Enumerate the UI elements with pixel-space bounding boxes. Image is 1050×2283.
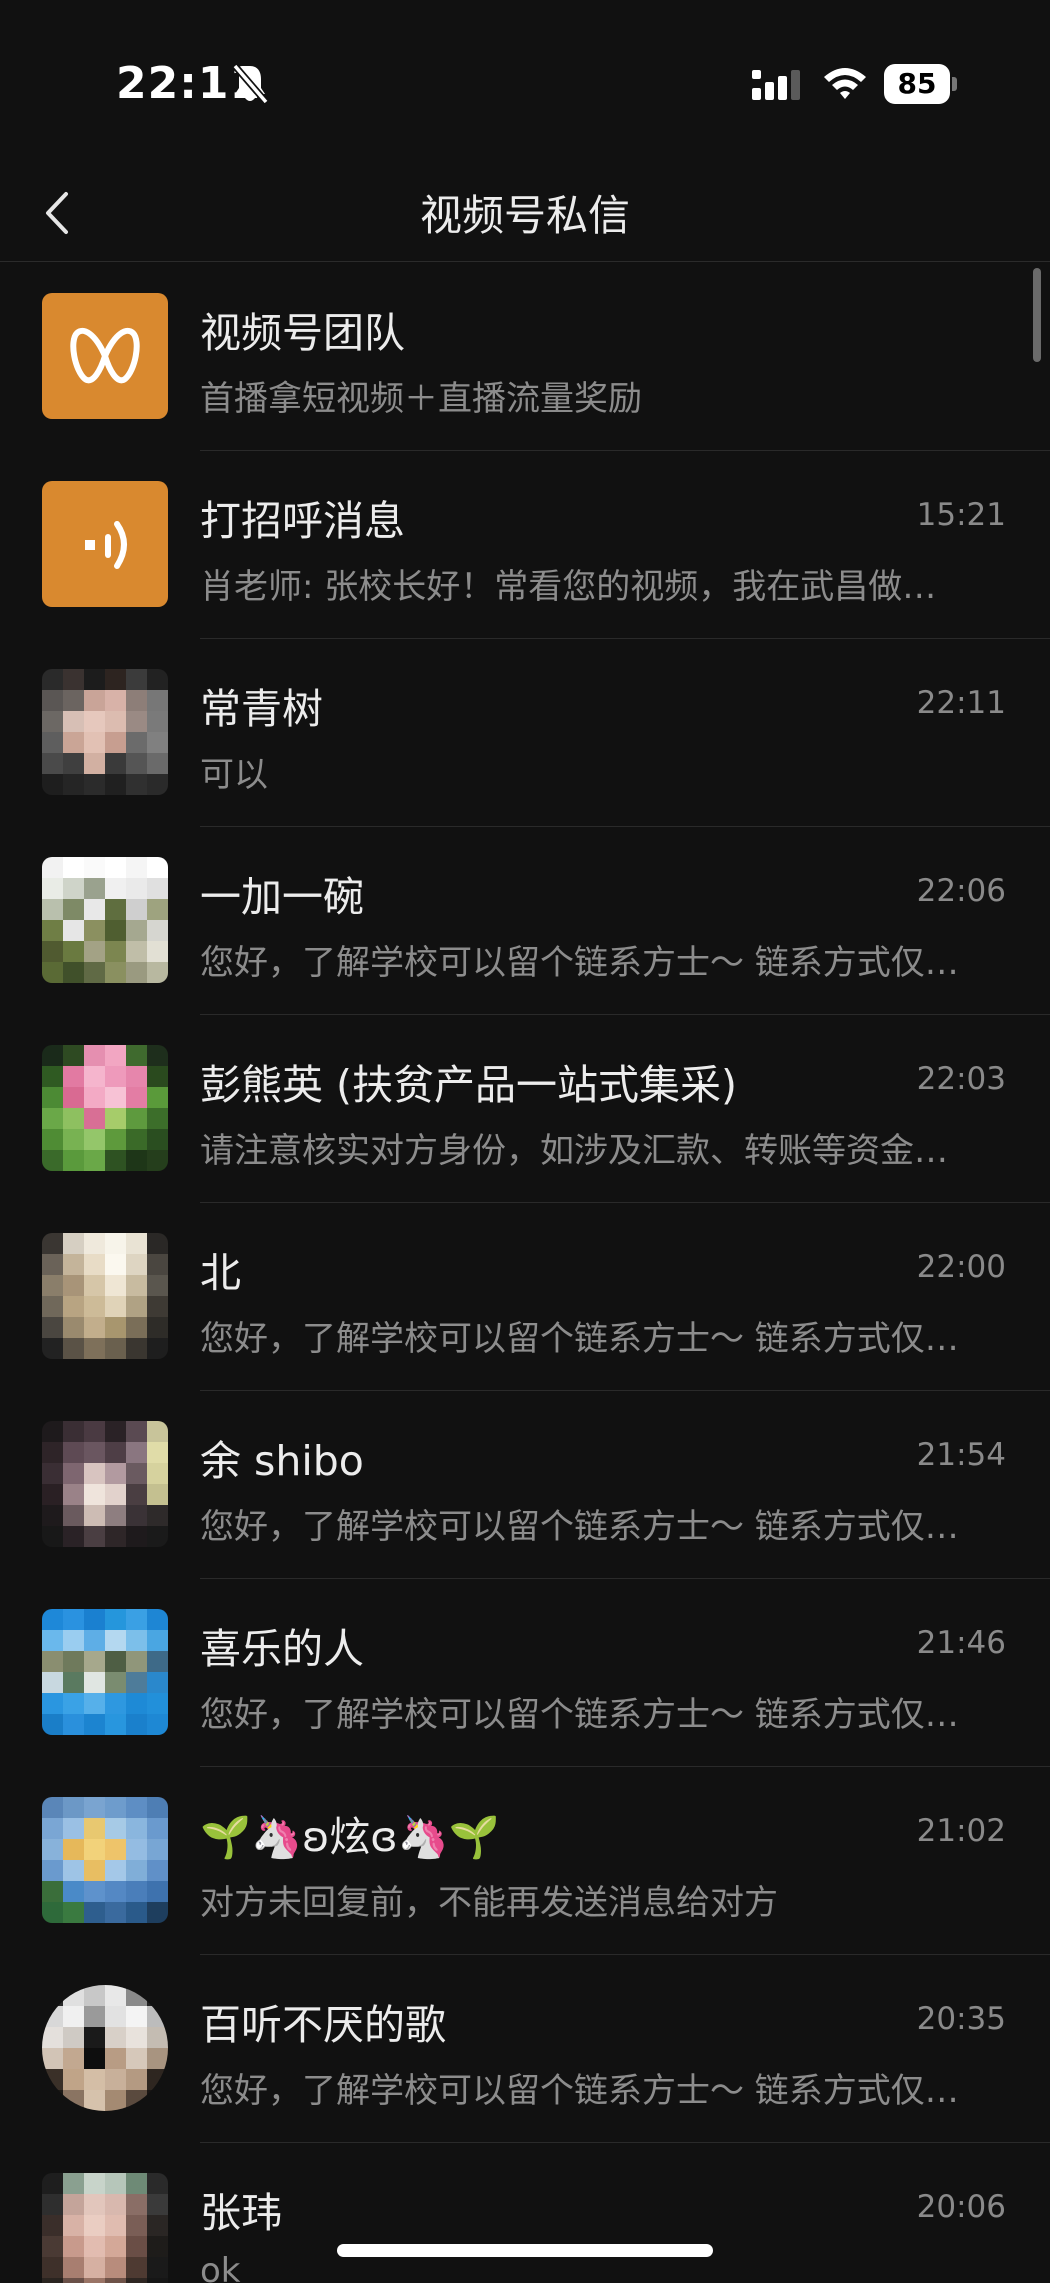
- message-preview: 请注意核实对方身份，如涉及汇款、转账等资金…: [200, 1131, 948, 1171]
- message-time: 20:35: [916, 2001, 1006, 2037]
- conversation-row[interactable]: 🌱🦄ʚ炫ɞ🦄🌱 21:02 对方未回复前，不能再发送消息给对方: [0, 1767, 1050, 1955]
- battery-level: 85: [884, 64, 950, 104]
- contact-name: 彭熊英 (扶贫产品一站式集采): [200, 1061, 738, 1109]
- greeting-icon: [85, 521, 127, 569]
- conversation-row[interactable]: 张玮 20:06 ok: [0, 2143, 1050, 2283]
- conversation-row[interactable]: 北 22:00 您好，了解学校可以留个链系方士～ 链系方式仅…: [0, 1203, 1050, 1391]
- conversation-row[interactable]: 百听不厌的歌 20:35 您好，了解学校可以留个链系方士～ 链系方式仅…: [0, 1955, 1050, 2143]
- message-time: 21:54: [916, 1437, 1006, 1473]
- screen: 22:11 85 视频号私信 视频号团队 首播拿短视频＋直播流量奖励 打招呼消息…: [0, 0, 1050, 2283]
- conversation-row[interactable]: 彭熊英 (扶贫产品一站式集采) 22:03 请注意核实对方身份，如涉及汇款、转账…: [0, 1015, 1050, 1203]
- contact-name: 打招呼消息: [200, 497, 405, 545]
- avatar: [42, 1797, 168, 1923]
- avatar: [42, 857, 168, 983]
- message-time: 22:03: [916, 1061, 1006, 1097]
- message-preview: 可以: [200, 755, 268, 795]
- avatar: [42, 293, 168, 419]
- conversation-list: 视频号团队 首播拿短视频＋直播流量奖励 打招呼消息 15:21 肖老师: 张校长…: [0, 263, 1050, 2283]
- message-preview: 您好，了解学校可以留个链系方士～ 链系方式仅…: [200, 1319, 959, 1359]
- contact-name: 北: [200, 1249, 241, 1297]
- avatar: [42, 1609, 168, 1735]
- avatar: [42, 1233, 168, 1359]
- conversation-row[interactable]: 一加一碗 22:06 您好，了解学校可以留个链系方士～ 链系方式仅…: [0, 827, 1050, 1015]
- message-preview: 对方未回复前，不能再发送消息给对方: [200, 1883, 778, 1923]
- message-time: 22:11: [916, 685, 1006, 721]
- avatar: [42, 669, 168, 795]
- cellular-signal-icon: [752, 70, 800, 100]
- status-bar: 22:11 85: [0, 0, 1050, 170]
- avatar: [42, 1421, 168, 1547]
- avatar: [42, 481, 168, 607]
- message-preview: 首播拿短视频＋直播流量奖励: [200, 379, 642, 419]
- contact-name: 张玮: [200, 2189, 282, 2237]
- message-preview: 您好，了解学校可以留个链系方士～ 链系方式仅…: [200, 943, 959, 983]
- message-preview: 您好，了解学校可以留个链系方士～ 链系方式仅…: [200, 1507, 959, 1547]
- message-time: 21:46: [916, 1625, 1006, 1661]
- conversation-row[interactable]: 余 shibo 21:54 您好，了解学校可以留个链系方士～ 链系方式仅…: [0, 1391, 1050, 1579]
- contact-name: 常青树: [200, 685, 323, 733]
- home-indicator[interactable]: [337, 2244, 713, 2257]
- bell-muted-icon: [232, 63, 269, 105]
- conversation-row[interactable]: 常青树 22:11 可以: [0, 639, 1050, 827]
- contact-name: 百听不厌的歌: [200, 2001, 446, 2049]
- conversation-row-channels-team[interactable]: 视频号团队 首播拿短视频＋直播流量奖励: [0, 263, 1050, 451]
- contact-name: 余 shibo: [200, 1437, 364, 1485]
- battery-icon: 85: [884, 64, 958, 104]
- page-title: 视频号私信: [419, 191, 630, 240]
- contact-name: 视频号团队: [200, 309, 405, 357]
- contact-name: 一加一碗: [200, 873, 364, 921]
- conversation-row-greetings[interactable]: 打招呼消息 15:21 肖老师: 张校长好！常看您的视频，我在武昌做…: [0, 451, 1050, 639]
- message-preview: 您好，了解学校可以留个链系方士～ 链系方式仅…: [200, 2071, 959, 2111]
- contact-name: 🌱🦄ʚ炫ɞ🦄🌱: [200, 1813, 500, 1861]
- message-time: 21:02: [916, 1813, 1006, 1849]
- avatar: [42, 2173, 168, 2283]
- message-preview: 肖老师: 张校长好！常看您的视频，我在武昌做…: [200, 567, 937, 607]
- avatar: [42, 1985, 168, 2111]
- message-time: 22:06: [916, 873, 1006, 909]
- conversation-row[interactable]: 喜乐的人 21:46 您好，了解学校可以留个链系方士～ 链系方式仅…: [0, 1579, 1050, 1767]
- navigation-bar: 视频号私信: [0, 170, 1050, 262]
- message-preview: 您好，了解学校可以留个链系方士～ 链系方式仅…: [200, 1695, 959, 1735]
- wifi-icon: [824, 68, 866, 99]
- message-time: 22:00: [916, 1249, 1006, 1285]
- channels-logo-icon: [70, 327, 140, 384]
- avatar: [42, 1045, 168, 1171]
- message-time: 20:06: [916, 2189, 1006, 2225]
- scrollbar-thumb[interactable]: [1033, 268, 1041, 362]
- message-time: 15:21: [916, 497, 1006, 533]
- contact-name: 喜乐的人: [200, 1625, 364, 1673]
